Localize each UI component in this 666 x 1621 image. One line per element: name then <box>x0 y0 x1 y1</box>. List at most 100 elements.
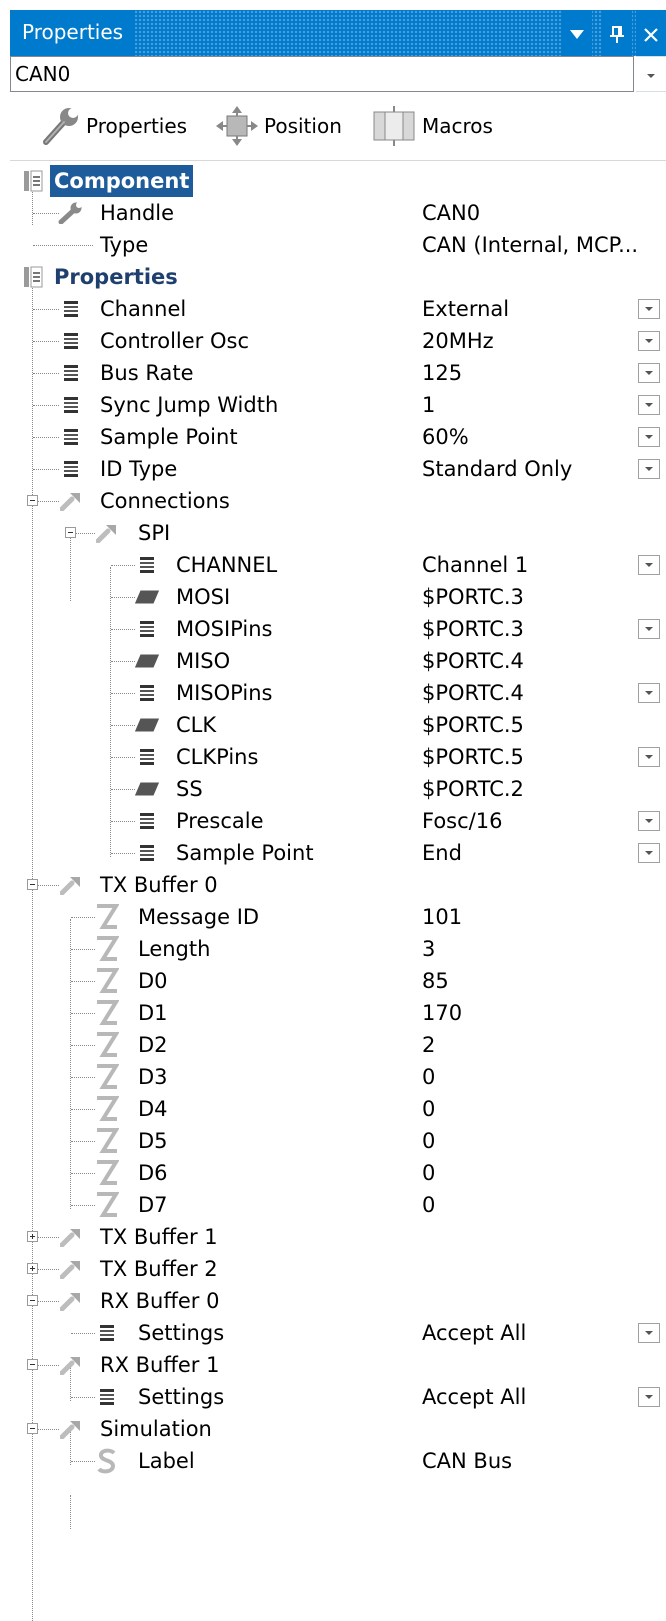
property-value[interactable]: 125 <box>422 357 462 389</box>
property-value[interactable]: Fosc/16 <box>422 805 502 837</box>
property-value[interactable]: 0 <box>422 1125 435 1157</box>
property-row-mosi[interactable]: MOSI $PORTC.3 <box>10 581 666 613</box>
property-value[interactable]: CAN (Internal, MCP... <box>422 229 638 261</box>
property-row-prescale[interactable]: Prescale Fosc/16 <box>10 805 666 837</box>
property-row-d6[interactable]: D6 0 <box>10 1157 666 1189</box>
property-row-settings[interactable]: Settings Accept All <box>10 1317 666 1349</box>
property-row-tx-buffer-0[interactable]: TX Buffer 0 <box>10 869 666 901</box>
object-selector-dropdown[interactable] <box>636 56 666 92</box>
value-dropdown-button[interactable] <box>638 683 660 703</box>
property-row-simulation[interactable]: Simulation <box>10 1413 666 1445</box>
property-row-d7[interactable]: D7 0 <box>10 1189 666 1221</box>
collapse-icon[interactable] <box>65 527 76 538</box>
property-row-spi[interactable]: SPI <box>10 517 666 549</box>
property-row-id-type[interactable]: ID Type Standard Only <box>10 453 666 485</box>
property-row-d5[interactable]: D5 0 <box>10 1125 666 1157</box>
property-value[interactable]: $PORTC.5 <box>422 709 524 741</box>
category-component[interactable]: Component <box>10 165 666 197</box>
value-dropdown-button[interactable] <box>638 299 660 319</box>
macros-tab-button[interactable]: Macros <box>370 94 493 158</box>
value-dropdown-button[interactable] <box>638 1323 660 1343</box>
property-row-d3[interactable]: D3 0 <box>10 1061 666 1093</box>
pin-icon[interactable] <box>602 10 632 56</box>
value-dropdown-button[interactable] <box>638 1387 660 1407</box>
close-icon[interactable] <box>636 10 666 56</box>
value-dropdown-button[interactable] <box>638 363 660 383</box>
property-row-sample-point[interactable]: Sample Point 60% <box>10 421 666 453</box>
expand-icon[interactable] <box>27 1263 38 1274</box>
value-dropdown-button[interactable] <box>638 427 660 447</box>
collapse-icon[interactable] <box>27 495 38 506</box>
expand-icon[interactable] <box>27 1231 38 1242</box>
property-row-misopins[interactable]: MISOPins $PORTC.4 <box>10 677 666 709</box>
value-dropdown-button[interactable] <box>638 331 660 351</box>
property-value[interactable]: 85 <box>422 965 449 997</box>
property-row-d1[interactable]: D1 170 <box>10 997 666 1029</box>
property-row-tx-buffer-1[interactable]: TX Buffer 1 <box>10 1221 666 1253</box>
property-row-length[interactable]: Length 3 <box>10 933 666 965</box>
property-row-channel[interactable]: CHANNEL Channel 1 <box>10 549 666 581</box>
collapse-icon[interactable] <box>27 879 38 890</box>
property-value[interactable]: Accept All <box>422 1381 526 1413</box>
property-value[interactable]: CAN0 <box>422 197 480 229</box>
property-value[interactable]: Accept All <box>422 1317 526 1349</box>
property-value[interactable]: $PORTC.5 <box>422 741 524 773</box>
property-value[interactable]: 1 <box>422 389 435 421</box>
property-value[interactable]: $PORTC.3 <box>422 581 524 613</box>
property-value[interactable]: External <box>422 293 509 325</box>
value-dropdown-button[interactable] <box>638 395 660 415</box>
property-value[interactable]: 0 <box>422 1093 435 1125</box>
property-value[interactable]: $PORTC.4 <box>422 645 524 677</box>
value-dropdown-button[interactable] <box>638 619 660 639</box>
property-value[interactable]: 2 <box>422 1029 435 1061</box>
property-row-sample-point[interactable]: Sample Point End <box>10 837 666 869</box>
property-value[interactable]: 0 <box>422 1189 435 1221</box>
value-dropdown-button[interactable] <box>638 459 660 479</box>
property-row-clkpins[interactable]: CLKPins $PORTC.5 <box>10 741 666 773</box>
property-value[interactable]: $PORTC.3 <box>422 613 524 645</box>
property-row-miso[interactable]: MISO $PORTC.4 <box>10 645 666 677</box>
property-row-ss[interactable]: SS $PORTC.2 <box>10 773 666 805</box>
value-dropdown-button[interactable] <box>638 811 660 831</box>
property-row-controller-osc[interactable]: Controller Osc 20MHz <box>10 325 666 357</box>
property-value[interactable]: 0 <box>422 1061 435 1093</box>
panel-title-bar[interactable]: Properties <box>10 10 666 56</box>
property-value[interactable]: 20MHz <box>422 325 494 357</box>
property-value[interactable]: $PORTC.4 <box>422 677 524 709</box>
property-row-channel[interactable]: Channel External <box>10 293 666 325</box>
property-value[interactable]: $PORTC.2 <box>422 773 524 805</box>
collapse-icon[interactable] <box>27 1359 38 1370</box>
property-value[interactable]: 3 <box>422 933 435 965</box>
property-row-settings[interactable]: Settings Accept All <box>10 1381 666 1413</box>
property-value[interactable]: CAN Bus <box>422 1445 512 1477</box>
property-value[interactable]: End <box>422 837 462 869</box>
property-row-d0[interactable]: D0 85 <box>10 965 666 997</box>
property-value[interactable]: 60% <box>422 421 469 453</box>
property-value[interactable]: Standard Only <box>422 453 572 485</box>
property-row-d2[interactable]: D2 2 <box>10 1029 666 1061</box>
position-tab-button[interactable]: Position <box>214 94 342 158</box>
property-row-mosipins[interactable]: MOSIPins $PORTC.3 <box>10 613 666 645</box>
property-value[interactable]: 101 <box>422 901 462 933</box>
property-row-bus-rate[interactable]: Bus Rate 125 <box>10 357 666 389</box>
object-selector[interactable]: CAN0 <box>10 56 634 92</box>
property-value[interactable]: 170 <box>422 997 462 1029</box>
property-row-clk[interactable]: CLK $PORTC.5 <box>10 709 666 741</box>
value-dropdown-button[interactable] <box>638 747 660 767</box>
property-row-sync-jump-width[interactable]: Sync Jump Width 1 <box>10 389 666 421</box>
property-row-rx-buffer-0[interactable]: RX Buffer 0 <box>10 1285 666 1317</box>
property-row-connections[interactable]: Connections <box>10 485 666 517</box>
property-row-message-id[interactable]: Message ID 101 <box>10 901 666 933</box>
category-properties[interactable]: Properties <box>10 261 666 293</box>
property-row-handle[interactable]: Handle CAN0 <box>10 197 666 229</box>
property-row-d4[interactable]: D4 0 <box>10 1093 666 1125</box>
collapse-icon[interactable] <box>27 1295 38 1306</box>
value-dropdown-button[interactable] <box>638 555 660 575</box>
property-value[interactable]: 0 <box>422 1157 435 1189</box>
properties-tab-button[interactable]: Properties <box>40 94 187 158</box>
property-row-tx-buffer-2[interactable]: TX Buffer 2 <box>10 1253 666 1285</box>
property-row-rx-buffer-1[interactable]: RX Buffer 1 <box>10 1349 666 1381</box>
property-value[interactable]: Channel 1 <box>422 549 528 581</box>
dropdown-menu-icon[interactable] <box>562 10 592 56</box>
value-dropdown-button[interactable] <box>638 843 660 863</box>
